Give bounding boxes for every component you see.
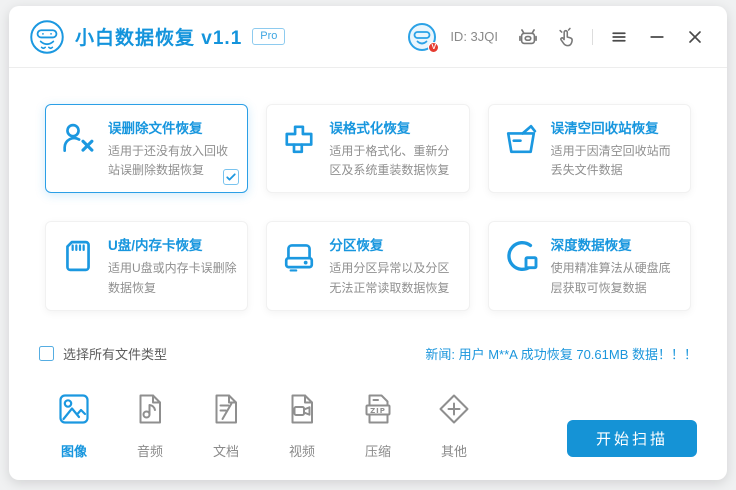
user-x-icon xyxy=(58,119,98,159)
svg-text:ZIP: ZIP xyxy=(370,407,386,415)
header-divider xyxy=(592,28,593,45)
card-recycle-bin-recovery[interactable]: 误清空回收站恢复 适用于因清空回收站而丢失文件数据 xyxy=(487,104,691,194)
select-all-checkbox[interactable] xyxy=(39,345,54,361)
title-bar: 小白数据恢复 v1.1 Pro V ID: 3JQI xyxy=(9,6,727,68)
app-window: 小白数据恢复 v1.1 Pro V ID: 3JQI 误删除文件恢复 适用于还没… xyxy=(9,6,727,480)
hand-click-button[interactable] xyxy=(554,25,578,49)
select-all-file-types[interactable]: 选择所有文件类型 xyxy=(39,344,167,363)
other-diamond-icon xyxy=(437,392,471,426)
card-desc: 适用分区异常以及分区无法正常读取数据恢复 xyxy=(329,261,450,295)
image-icon xyxy=(57,392,91,426)
card-desc: 适用于因清空回收站而丢失文件数据 xyxy=(550,144,671,178)
card-desc: 适用于还没有放入回收站误删除数据恢复 xyxy=(108,144,229,178)
card-title: U盘/内存卡恢复 xyxy=(108,238,203,254)
card-partition-recovery[interactable]: 分区恢复 适用分区异常以及分区无法正常读取数据恢复 xyxy=(266,221,470,311)
news-ticker: 新闻: 用户 M**A 成功恢复 70.61MB 数据！！！ xyxy=(425,346,697,362)
user-avatar[interactable]: V xyxy=(408,22,440,53)
card-title: 误清空回收站恢复 xyxy=(550,121,659,136)
minimize-icon[interactable] xyxy=(645,25,669,49)
filetype-audio[interactable]: 音频 xyxy=(127,392,173,460)
card-title: 分区恢复 xyxy=(329,238,384,254)
app-title: 小白数据恢复 v1.1 xyxy=(75,28,243,49)
file-types-row: 图像 音频 文档 视频 ZIP 压缩 其他 开始扫描 xyxy=(39,392,697,460)
sd-card-icon xyxy=(58,236,98,276)
close-icon[interactable] xyxy=(683,25,707,49)
avatar-v-badge: V xyxy=(428,41,440,53)
card-deleted-file-recovery[interactable]: 误删除文件恢复 适用于还没有放入回收站误删除数据恢复 xyxy=(45,104,249,194)
card-usb-sd-recovery[interactable]: U盘/内存卡恢复 适用U盘或内存卡误删除数据恢复 xyxy=(45,221,249,311)
video-file-icon xyxy=(285,392,319,426)
audio-file-icon xyxy=(133,392,167,426)
card-deep-recovery[interactable]: 深度数据恢复 使用精准算法从硬盘底层获取可恢复数据 xyxy=(487,221,691,311)
filter-row: 选择所有文件类型 新闻: 用户 M**A 成功恢复 70.61MB 数据！！！ xyxy=(39,344,697,363)
menu-icon[interactable] xyxy=(607,25,631,49)
recovery-mode-grid: 误删除文件恢复 适用于还没有放入回收站误删除数据恢复 误格式化恢复 适用于格式化… xyxy=(45,104,691,311)
card-format-recovery[interactable]: 误格式化恢复 适用于格式化、重新分区及系统重装数据恢复 xyxy=(266,104,470,194)
hard-drive-icon xyxy=(279,236,319,276)
filetype-label: 音频 xyxy=(136,443,163,459)
robot-assistant-button[interactable] xyxy=(516,25,540,49)
zip-file-icon: ZIP xyxy=(361,392,395,426)
document-file-icon xyxy=(209,392,243,426)
filetype-other[interactable]: 其他 xyxy=(431,392,477,460)
card-desc: 适用于格式化、重新分区及系统重装数据恢复 xyxy=(329,144,450,178)
filetype-label: 图像 xyxy=(60,443,87,459)
recycle-bin-icon xyxy=(501,119,541,159)
card-desc: 使用精准算法从硬盘底层获取可恢复数据 xyxy=(550,261,671,295)
filetype-zip[interactable]: ZIP 压缩 xyxy=(355,392,401,460)
pro-badge: Pro xyxy=(252,28,286,45)
format-brush-icon xyxy=(279,119,319,159)
card-title: 深度数据恢复 xyxy=(550,238,632,254)
app-logo-icon xyxy=(29,19,65,55)
user-id: ID: 3JQI xyxy=(450,29,498,44)
card-desc: 适用U盘或内存卡误删除数据恢复 xyxy=(108,261,237,295)
deep-scan-icon xyxy=(501,236,541,276)
filetype-label: 文档 xyxy=(212,443,239,459)
card-title: 误格式化恢复 xyxy=(329,121,411,136)
start-scan-button[interactable]: 开始扫描 xyxy=(567,419,697,457)
filetype-label: 视频 xyxy=(288,443,315,459)
select-all-label: 选择所有文件类型 xyxy=(63,346,168,362)
filetype-video[interactable]: 视频 xyxy=(279,392,325,460)
filetype-document[interactable]: 文档 xyxy=(203,392,249,460)
filetype-label: 压缩 xyxy=(364,443,391,459)
card-checkbox-checked[interactable] xyxy=(223,169,240,186)
card-title: 误删除文件恢复 xyxy=(108,121,203,136)
filetype-label: 其他 xyxy=(440,443,467,459)
filetype-image[interactable]: 图像 xyxy=(51,392,97,460)
